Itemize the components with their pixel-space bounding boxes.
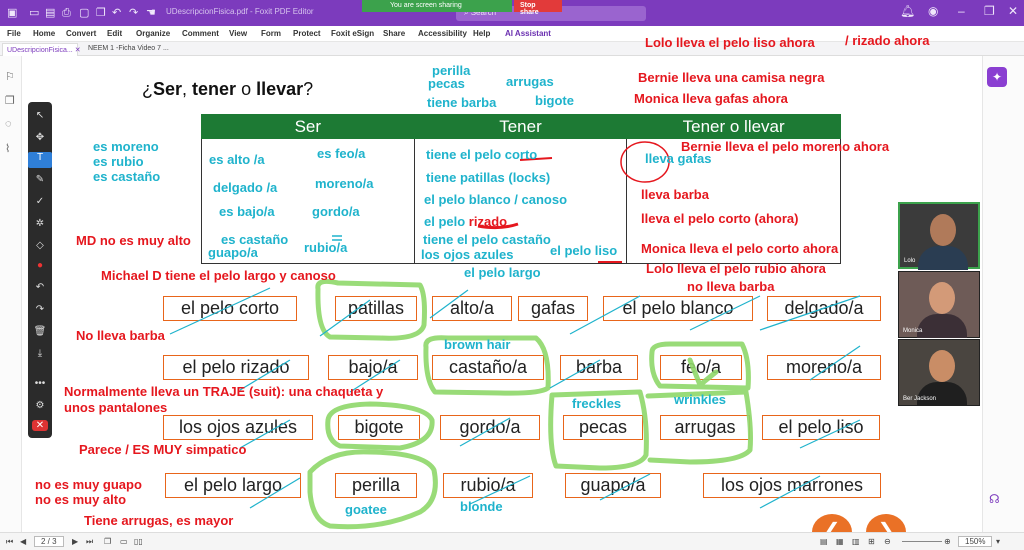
note-pelo-castano: tiene el pelo castaño: [423, 232, 551, 247]
text-tool-icon[interactable]: T: [28, 152, 52, 168]
note-lleva-corto: lleva el pelo corto (ahora): [641, 211, 799, 226]
settings-icon[interactable]: ⚙: [28, 400, 52, 411]
participant-video[interactable]: Monica: [898, 271, 980, 338]
note-pecas: pecas: [428, 76, 465, 91]
note-no-guapo: no es muy guapo: [35, 477, 142, 492]
annotation-toolbar: ↖ ✥ T ✎ ✓ ✲ ◇ ● ↶ ↷ 🗑︎ ⤓ ••• ⚙ ✕: [28, 102, 52, 438]
pen-icon[interactable]: ✎: [28, 174, 52, 185]
fit-icon[interactable]: ⊞: [868, 537, 875, 546]
highlight-bigote: [325, 401, 435, 451]
note-md-alto: MD no es muy alto: [76, 233, 191, 248]
note-traje-2: unos pantalones: [64, 400, 168, 415]
note-gordo: gordo/a: [312, 204, 360, 219]
note-brown-hair: brown hair: [444, 337, 511, 352]
note-mayor: Tiene arrugas, es mayor: [84, 513, 234, 528]
right-panel-strip: [982, 56, 1024, 532]
note-es-alto: es alto /a: [209, 152, 265, 167]
note-pelo-blanco: el pelo blanco / canoso: [424, 192, 568, 207]
note-guapo: guapo/a: [208, 245, 258, 260]
foxit-window: ▣ ▭ ▤ ⎙ ▢ ❐ ↶ ↷ ☚ UDescripcionFisica.pdf…: [0, 0, 1024, 550]
participant-shoulders: [917, 382, 967, 406]
note-lleva-barba: lleva barba: [641, 187, 709, 202]
more-icon[interactable]: •••: [28, 378, 52, 389]
note-lolo-liso: Lolo lleva el pelo liso ahora: [645, 35, 815, 50]
page-view-icon[interactable]: ▭: [120, 537, 128, 546]
color-picker-icon[interactable]: ●: [28, 260, 52, 271]
eraser-icon[interactable]: ◇: [28, 240, 52, 251]
note-tiene-barba: tiene barba: [427, 95, 497, 110]
ai-assistant-button[interactable]: ✦: [987, 67, 1007, 87]
spread-view-icon[interactable]: ▯▯: [134, 537, 143, 546]
highlight-patillas: [315, 279, 427, 341]
note-pelo-rizado: el pelo rizado: [424, 214, 508, 229]
participant-video[interactable]: Lolo: [898, 202, 980, 270]
note-bigote: bigote: [535, 93, 574, 108]
copy-page-icon[interactable]: ❐: [104, 537, 111, 546]
last-page-icon[interactable]: ⏭: [86, 537, 93, 547]
zoom-dropdown-icon[interactable]: ▾: [996, 537, 1000, 546]
note-monica-corto: Monica lleva el pelo corto ahora: [641, 241, 839, 256]
headset-icon[interactable]: ☊: [989, 492, 1000, 506]
note-es-rubio: es rubio: [93, 154, 144, 169]
close-toolbar-icon[interactable]: ✕: [32, 420, 48, 431]
note-ojos-azules: los ojos azules: [421, 247, 514, 262]
note-blonde: blonde: [460, 499, 503, 514]
note-rubio: rubio/a: [304, 240, 348, 255]
note-bernie-moreno: Bernie lleva el pelo moreno ahora: [681, 139, 890, 154]
undo-icon[interactable]: ↶: [28, 282, 52, 293]
stamp-icon[interactable]: ✲: [28, 218, 52, 229]
note-no-alto: no es muy alto: [35, 492, 127, 507]
two-page-icon[interactable]: ▥: [852, 537, 860, 546]
note-es-moreno: es moreno: [93, 139, 159, 154]
note-es-castano: es castaño: [93, 169, 161, 184]
first-page-icon[interactable]: ⏮: [6, 537, 13, 547]
wrinkles-tick: [687, 357, 719, 388]
note-moreno: moreno/a: [315, 176, 374, 191]
note-lolo-rubio: Lolo lleva el pelo rubio ahora: [646, 261, 826, 276]
participant-face: [930, 214, 956, 246]
zoom-in-icon[interactable]: ⊕: [944, 537, 951, 546]
participant-face: [929, 350, 955, 382]
move-icon[interactable]: ✥: [28, 132, 52, 143]
zoom-slider[interactable]: [902, 541, 942, 542]
page-number-input[interactable]: 2 / 3: [34, 536, 64, 547]
note-simpatico: Parece / ES MUY simpatico: [79, 442, 247, 457]
zoom-out-icon[interactable]: ⊖: [884, 537, 891, 546]
note-bernie-camisa: Bernie lleva una camisa negra: [638, 70, 825, 85]
note-goatee: goatee: [345, 502, 387, 517]
single-page-icon[interactable]: ▤: [820, 537, 828, 546]
next-page-icon[interactable]: ▶: [72, 537, 78, 546]
note-tiene-patillas: tiene patillas (locks): [426, 170, 551, 185]
note-no-lleva-barba: no lleva barba: [687, 279, 775, 294]
note-no-lleva-barba-2: No lleva barba: [76, 328, 165, 343]
check-icon[interactable]: ✓: [28, 196, 52, 207]
participant-shoulders: [917, 314, 967, 338]
prev-page-icon[interactable]: ◀: [20, 537, 26, 546]
continuous-icon[interactable]: ▦: [836, 537, 844, 546]
note-monica-gafas: Monica lleva gafas ahora: [634, 91, 788, 106]
note-traje-1: Normalmente lleva un TRAJE (suit): una c…: [64, 384, 384, 399]
download-icon[interactable]: ⤓: [28, 348, 52, 359]
select-icon[interactable]: ↖: [28, 110, 52, 121]
note-el-pelo-largo: el pelo largo: [464, 265, 541, 280]
zoom-level[interactable]: 150%: [958, 536, 993, 547]
note-delgado: delgado /a: [213, 180, 278, 195]
note-arrugas: arrugas: [506, 74, 554, 89]
note-tiene-pelo-corto: tiene el pelo corto: [426, 147, 538, 162]
note-freckles: freckles: [572, 396, 622, 411]
note-rizado-ahora: / rizado ahora: [845, 33, 930, 48]
note-michael: Michael D tiene el pelo largo y canoso: [101, 268, 336, 283]
note-wrinkles: wrinkles: [674, 392, 727, 407]
participant-video[interactable]: Ber Jackson: [898, 339, 980, 406]
participant-shoulders: [918, 246, 968, 270]
redo-icon[interactable]: ↷: [28, 304, 52, 315]
note-es-feo: es feo/a: [317, 146, 366, 161]
note-es-bajo: es bajo/a: [219, 204, 275, 219]
trash-icon[interactable]: 🗑︎: [28, 326, 52, 337]
status-bar: ⏮ ◀ 2 / 3 ▶ ⏭ ❐ ▭ ▯▯ ▤ ▦ ▥ ⊞ ⊖ ⊕ 150% ▾: [0, 532, 1024, 550]
note-pelo-liso: el pelo liso: [550, 243, 618, 258]
participant-face: [929, 282, 955, 314]
